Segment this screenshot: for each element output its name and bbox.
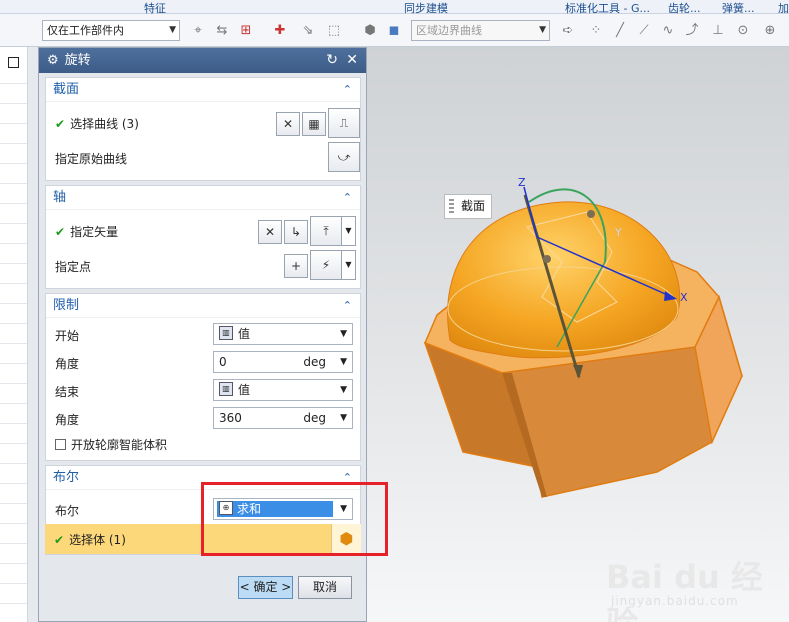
snap-icon[interactable]: ⌖ — [190, 23, 206, 39]
collapse-icon[interactable]: ⌃ — [343, 186, 352, 210]
checkmark-icon: ✔ — [55, 225, 66, 239]
limits-group: 限制 ⌃ 开始 ▥ 值 ▼ 角度 0 deg ▼ 结束 ▥ 值 ▼ 角度 360 deg ▼ 开放… — [45, 293, 361, 461]
intersect-icon[interactable]: ⊥ — [710, 23, 726, 39]
handle-point — [587, 210, 595, 218]
tangent-icon[interactable]: ⤴ — [684, 23, 700, 39]
cube-select-icon[interactable]: ◼ — [386, 23, 402, 39]
chevron-down-icon[interactable]: ▼ — [340, 408, 347, 428]
chevron-down-icon: ▼ — [340, 385, 347, 395]
end-type-select[interactable]: ▥ 值 ▼ — [213, 379, 353, 401]
part-navigator-strip — [0, 47, 28, 622]
dialog-title-bar[interactable]: ⚙ 旋转 ↻ ✕ — [39, 48, 366, 73]
crosshair-icon[interactable]: ✚ — [272, 23, 288, 39]
end-label: 结束 — [55, 385, 80, 399]
chevron-down-icon[interactable]: ▼ — [340, 352, 347, 372]
select-faces-icon[interactable]: ⇘ — [300, 23, 316, 39]
maximize-icon[interactable] — [8, 57, 19, 68]
select-curve-row[interactable]: ✔ 选择曲线 (3) — [55, 115, 139, 132]
gear-icon[interactable]: ⚙ — [47, 53, 59, 68]
checkmark-icon: ✔ — [55, 117, 66, 131]
origin-curve-label: 指定原始曲线 — [55, 152, 128, 166]
chevron-down-icon: ▼ — [169, 25, 176, 35]
axis-group-header[interactable]: 轴 ⌃ — [46, 186, 360, 210]
start-type-select[interactable]: ▥ 值 ▼ — [213, 323, 353, 345]
vector-type-button[interactable]: ⤒ — [310, 216, 342, 246]
end-angle-input[interactable]: 360 deg ▼ — [213, 407, 353, 429]
specify-vector-row[interactable]: ✔ 指定矢量 — [55, 223, 118, 240]
boolean-label: 布尔 — [55, 504, 80, 518]
dialog-title: 旋转 — [64, 53, 91, 68]
limits-group-header[interactable]: 限制 ⌃ — [46, 294, 360, 318]
origin-curve-button[interactable]: ⤻ — [328, 142, 360, 172]
point-type-button[interactable]: ⚡ — [310, 250, 342, 280]
curve-rule-select[interactable]: 区域边界曲线 ▼ — [411, 20, 550, 41]
axis-label-z: Z — [518, 176, 526, 189]
value-icon: ▥ — [219, 326, 233, 340]
ribbon-tab-strip: 特征 同步建模 标准化工具 - G... 齿轮... 弹簧... 加 — [0, 0, 789, 15]
checkmark-icon: ✔ — [54, 533, 65, 547]
annotation-highlight-box — [201, 482, 388, 556]
specify-point-label: 指定点 — [55, 260, 92, 274]
graphics-viewport[interactable]: 截面 Z X Y — [367, 47, 789, 622]
selection-scope-select[interactable]: 仅在工作部件内 ▼ — [42, 20, 180, 41]
start-angle-input[interactable]: 0 deg ▼ — [213, 351, 353, 373]
point-type-dropdown[interactable]: ▼ — [342, 250, 356, 280]
selection-toolbar: 仅在工作部件内 ▼ ⌖ ⇆ ⊞ ✚ ⇘ ⬚ ⬢ ◼ 区域边界曲线 ▼ ➪ ⁘ ╱ ⟋… — [0, 14, 789, 47]
value-icon: ▥ — [219, 382, 233, 396]
snap-points-icon[interactable]: ⁘ — [588, 23, 604, 39]
line-icon[interactable]: ╱ — [612, 23, 628, 39]
start-label: 开始 — [55, 329, 80, 343]
box-select-icon[interactable]: ⬚ — [326, 23, 342, 39]
ok-button[interactable]: < 确定 > — [238, 576, 293, 599]
reverse-direction-button[interactable]: ✕ — [276, 112, 300, 136]
point-dialog-button[interactable]: + — [284, 254, 308, 278]
reset-icon[interactable]: ↻ — [326, 48, 338, 73]
curve-select-button[interactable]: ⎍ — [328, 108, 360, 138]
open-profile-label: 开放轮廓智能体积 — [71, 438, 168, 452]
collapse-icon[interactable]: ⌃ — [343, 294, 352, 318]
model-graphics — [423, 186, 744, 498]
arrow-right-icon[interactable]: ➪ — [560, 23, 576, 39]
endpoint-icon[interactable]: ⟋ — [636, 23, 652, 39]
baidu-watermark-url: jingyan.baidu.com — [611, 594, 739, 608]
reverse-vector-button[interactable]: ✕ — [258, 220, 282, 244]
filter-icon[interactable]: ⇆ — [214, 23, 230, 39]
baidu-watermark: Bai du 经验 — [606, 558, 763, 622]
center-icon[interactable]: ⊙ — [735, 23, 751, 39]
section-group-header[interactable]: 截面 ⌃ — [46, 78, 360, 102]
end-angle-label: 角度 — [55, 413, 80, 427]
chevron-down-icon: ▼ — [340, 329, 347, 339]
open-profile-checkbox[interactable] — [55, 439, 66, 450]
section-tooltip: 截面 — [444, 194, 492, 219]
axis-label-y: Y — [615, 226, 622, 239]
section-group: 截面 ⌃ ✔ 选择曲线 (3) ✕ ▦ ⎍ 指定原始曲线 ⤻ — [45, 77, 361, 181]
point-add-icon[interactable]: ⊞ — [238, 23, 254, 39]
quadrant-icon[interactable]: ⊕ — [762, 23, 778, 39]
cancel-button[interactable]: 取消 — [298, 576, 352, 599]
handle-point — [543, 255, 551, 263]
vector-type-dropdown[interactable]: ▼ — [342, 216, 356, 246]
sketch-section-button[interactable]: ▦ — [302, 112, 326, 136]
close-icon[interactable]: ✕ — [346, 48, 358, 73]
axis-label-x: X — [680, 291, 688, 304]
start-angle-label: 角度 — [55, 357, 80, 371]
body-select-icon[interactable]: ⬢ — [362, 23, 378, 39]
axis-group: 轴 ⌃ ✔ 指定矢量 ✕ ↳ ⤒ ▼ 指定点 + ⚡ ▼ — [45, 185, 361, 289]
curve-icon[interactable]: ∿ — [660, 23, 676, 39]
chevron-down-icon: ▼ — [539, 25, 546, 35]
collapse-icon[interactable]: ⌃ — [343, 78, 352, 102]
vector-dialog-button[interactable]: ↳ — [284, 220, 308, 244]
